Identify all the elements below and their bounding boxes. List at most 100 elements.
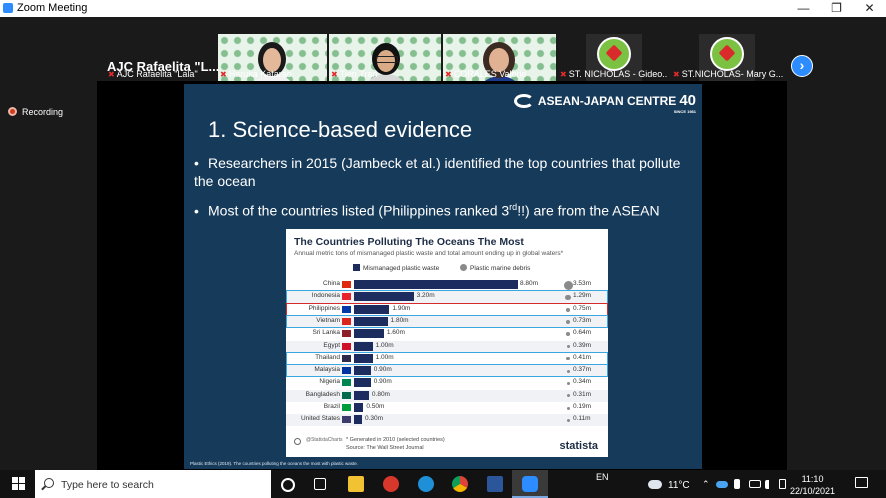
school-logo <box>597 37 631 71</box>
tray-chevron-icon[interactable]: ⌃ <box>702 479 710 490</box>
taskbar-clock[interactable]: 11:10 22/10/2021 <box>790 473 835 497</box>
participant-label: ✖ Tien Tran <box>331 69 378 79</box>
chrome-icon[interactable] <box>452 476 468 492</box>
close-button[interactable]: ✕ <box>853 0 886 17</box>
chart-source: Source: The Wall Street Journal <box>346 445 424 451</box>
debris-dot <box>566 394 570 398</box>
window-title: Zoom Meeting <box>17 2 88 14</box>
volume-icon[interactable] <box>765 480 779 489</box>
slide-source-note: Plastic Ethics (2019). The countries pol… <box>190 461 359 466</box>
mic-muted-icon: ✖ <box>445 70 452 79</box>
battery-icon[interactable] <box>779 479 786 489</box>
chart-title: The Countries Polluting The Oceans The M… <box>294 236 524 248</box>
next-page-arrow-icon[interactable]: › <box>791 55 813 77</box>
debris-value-label: 0.64m <box>573 329 592 337</box>
minimize-button[interactable]: — <box>787 0 820 17</box>
debris-value-label: 0.39m <box>573 341 592 349</box>
debris-dot <box>563 280 573 290</box>
temperature[interactable]: 11°C <box>668 480 690 491</box>
participant-label: ✖ ST.NICHOLAS- Mary G... <box>673 69 783 79</box>
highlight-box-blue <box>286 351 608 366</box>
chart-row: China 8.80m 3.53m <box>286 279 608 291</box>
flag-icon <box>342 391 351 399</box>
word-icon[interactable] <box>487 476 503 492</box>
zoom-app-icon <box>3 3 13 13</box>
task-view-icon[interactable] <box>314 478 326 490</box>
creative-commons-icon <box>294 438 301 445</box>
chart-row: Sri Lanka 1.60m 0.64m <box>286 328 608 340</box>
debris-value-label: 3.53m <box>573 280 592 287</box>
onedrive-icon[interactable] <box>716 481 728 488</box>
zoom-icon <box>522 476 538 492</box>
flag-icon <box>342 342 351 350</box>
network-icon[interactable] <box>749 480 761 488</box>
windows-taskbar: Type here to search EN 11°C ⌃ 11:10 22/1… <box>0 470 886 498</box>
debris-dot <box>566 345 570 348</box>
weather-cloud-icon[interactable] <box>648 480 662 489</box>
bar-value-label: 0.90m <box>373 378 392 386</box>
bar-mismanaged-waste <box>354 390 369 400</box>
participant-label: ✖ ST. NICHOLAS - Gideo... <box>560 69 668 79</box>
flag-icon <box>342 281 351 288</box>
bar-mismanaged-waste <box>354 280 518 289</box>
edge-icon[interactable] <box>418 476 434 492</box>
usb-icon[interactable] <box>734 479 740 489</box>
language-indicator[interactable]: EN <box>596 472 609 482</box>
notifications-icon[interactable] <box>855 477 868 488</box>
bullet-item: • Most of the countries listed (Philippin… <box>194 202 660 219</box>
ajc-mark-icon <box>513 94 534 108</box>
bar-value-label: 1.60m <box>386 329 405 337</box>
chart-row: United States 0.30m 0.11m <box>286 414 608 427</box>
windows-start-icon[interactable] <box>12 477 26 491</box>
clock-time: 11:10 <box>801 474 824 484</box>
taskbar-search-box[interactable]: Type here to search <box>35 470 271 498</box>
country-label: Nigeria <box>319 378 340 386</box>
app-red-icon[interactable] <box>383 476 399 492</box>
country-label: Bangladesh <box>305 390 340 398</box>
statista-logo: statista <box>559 440 598 452</box>
slide-title: 1. Science-based evidence <box>208 117 473 142</box>
flag-icon <box>342 404 351 411</box>
participant-label: ✖ AJC Rafaelita "Lala" <box>108 69 198 79</box>
chart-row: Brazil 0.50m 0.19m <box>286 402 608 414</box>
bar-value-label: 8.80m <box>520 280 539 287</box>
bar-mismanaged-waste <box>354 329 384 339</box>
bar-mismanaged-waste <box>354 403 364 412</box>
country-label: Brazil <box>323 403 340 410</box>
bar-value-label: 0.80m <box>371 390 390 398</box>
debris-dot <box>566 418 570 422</box>
bar-mismanaged-waste <box>354 341 373 351</box>
chart-footnote: * Generated in 2010 (selected countries) <box>346 437 445 443</box>
debris-dot <box>566 381 570 385</box>
chart-subtitle: Annual metric tons of mismanaged plastic… <box>294 250 564 257</box>
bar-value-label: 0.50m <box>366 403 385 410</box>
recording-indicator[interactable]: Recording <box>8 107 63 117</box>
country-label: United States <box>300 415 340 423</box>
record-icon <box>8 107 17 116</box>
mic-muted-icon: ✖ <box>560 70 567 79</box>
chart-row: Egypt 1.00m 0.39m <box>286 340 608 353</box>
flag-icon <box>342 379 351 387</box>
flag-icon <box>342 330 351 338</box>
mic-muted-icon: ✖ <box>108 70 115 79</box>
highlight-box-blue <box>286 290 608 304</box>
zoom-taskbar-button[interactable] <box>512 470 548 498</box>
school-logo <box>710 37 744 71</box>
participant-label: ✖ Haruka Katarao <box>220 69 292 79</box>
search-icon <box>44 478 54 488</box>
highlight-box-red <box>286 302 608 316</box>
country-label: Sri Lanka <box>312 329 340 337</box>
participant-label: ✖ CORALES Valerie <box>445 69 527 79</box>
file-explorer-icon[interactable] <box>348 476 364 492</box>
legend-item-waste: Mismanaged plastic waste <box>353 264 439 272</box>
highlight-box-blue <box>286 364 608 378</box>
debris-value-label: 0.34m <box>573 378 592 386</box>
maximize-button[interactable]: ❐ <box>820 0 853 17</box>
clock-date: 22/10/2021 <box>790 486 836 496</box>
debris-value-label: 0.31m <box>573 390 592 398</box>
debris-dot <box>566 332 570 337</box>
debris-value-label: 0.11m <box>573 415 591 423</box>
cortana-icon[interactable] <box>281 478 295 492</box>
chart-handle: @StatistaCharts <box>306 437 343 443</box>
mic-muted-icon: ✖ <box>220 70 227 79</box>
